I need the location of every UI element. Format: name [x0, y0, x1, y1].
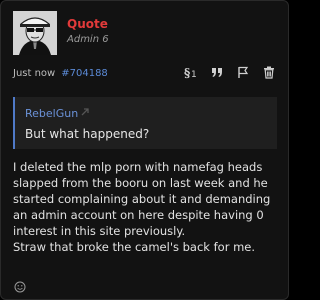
- quote-body: But what happened?: [25, 127, 150, 141]
- user-role: Admin 6: [67, 34, 109, 45]
- jump-to-quote-icon[interactable]: [79, 106, 91, 118]
- svg-text:1: 1: [191, 70, 197, 79]
- quote-block: RebelGun But what happened?: [13, 97, 277, 149]
- avatar[interactable]: [13, 11, 57, 55]
- post-card: Quote Admin 6 Just now #704188 § 1 Rebel…: [0, 0, 289, 300]
- post-message: I deleted the mlp porn with namefag head…: [13, 159, 281, 255]
- avatar-image: [13, 11, 57, 55]
- post-meta: Just now #704188: [13, 68, 108, 79]
- quote-icon[interactable]: [210, 65, 224, 79]
- smiley-icon[interactable]: [14, 281, 26, 293]
- flag-icon[interactable]: [236, 65, 250, 79]
- timestamp[interactable]: Just now: [13, 68, 55, 79]
- author-name[interactable]: Quote: [67, 17, 108, 31]
- post-number-link[interactable]: #704188: [61, 68, 108, 79]
- quote-author[interactable]: RebelGun: [25, 107, 78, 120]
- trash-icon[interactable]: [262, 65, 276, 79]
- reply-icon[interactable]: § 1: [184, 65, 198, 79]
- svg-text:§: §: [184, 66, 190, 79]
- message-paragraph: I deleted the mlp porn with namefag head…: [13, 160, 271, 238]
- post-actions: § 1: [184, 65, 276, 79]
- message-paragraph: Straw that broke the camel's back for me…: [13, 240, 256, 254]
